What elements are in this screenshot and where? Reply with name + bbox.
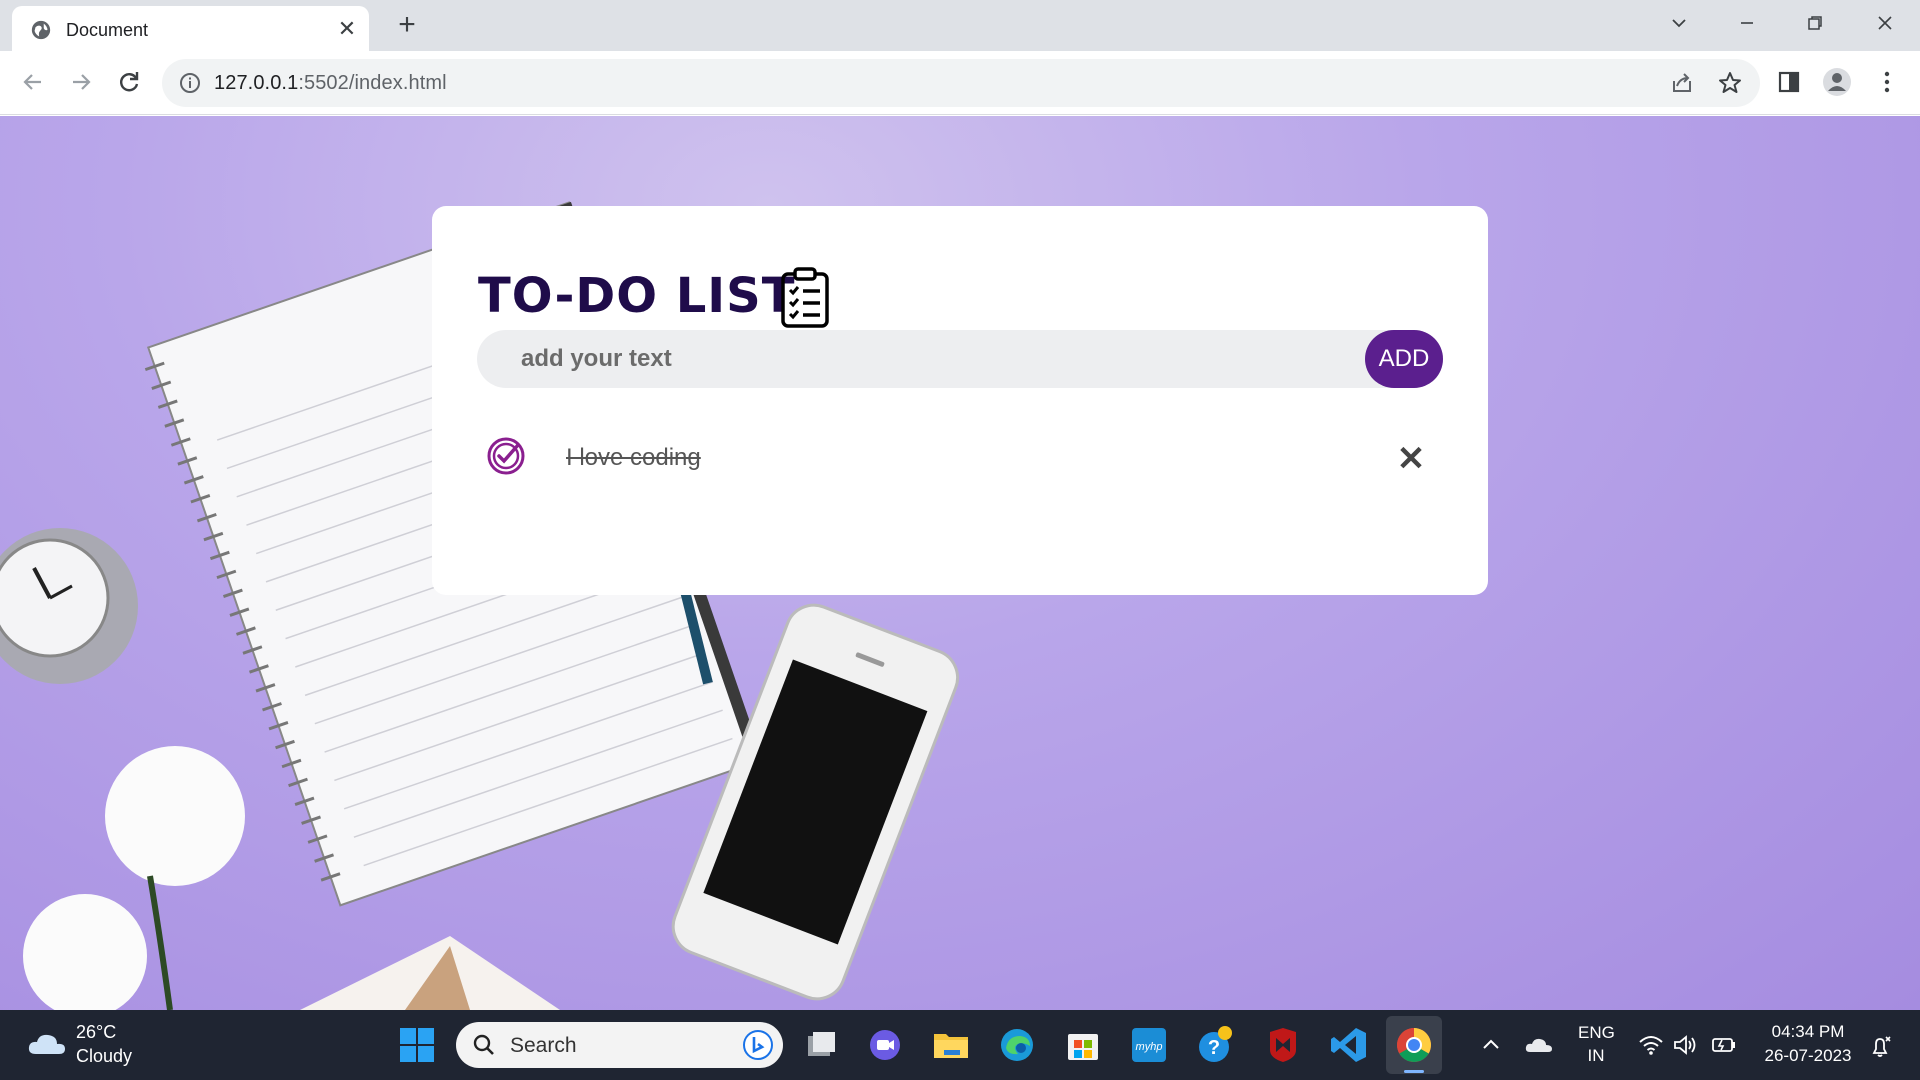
task-text: I love coding (566, 444, 701, 471)
language-top[interactable]: ENG (1578, 1023, 1615, 1043)
myhp-icon[interactable]: myhp (1128, 1024, 1170, 1066)
site-info-icon[interactable] (178, 71, 202, 95)
share-icon[interactable] (1668, 69, 1696, 97)
vscode-icon[interactable] (1328, 1024, 1370, 1066)
todo-card: TO-DO LIST ADD I love coding ✕ (432, 206, 1488, 595)
profile-avatar-icon[interactable] (1820, 65, 1854, 99)
svg-text:myhp: myhp (1136, 1041, 1163, 1053)
page-viewport: TO-DO LIST ADD I love coding ✕ (0, 116, 1920, 1010)
wifi-icon[interactable] (1638, 1032, 1664, 1058)
checked-circle-icon[interactable] (486, 436, 526, 476)
search-icon (473, 1034, 494, 1055)
task-item[interactable]: I love coding ✕ (486, 434, 1426, 484)
weather-temp: 26°C (76, 1022, 117, 1042)
windows-start-icon[interactable] (396, 1024, 438, 1066)
notification-center-icon[interactable] (1866, 1032, 1894, 1060)
tab-title: Document (66, 20, 149, 40)
weather-desc: Cloudy (76, 1046, 133, 1066)
reload-icon[interactable] (111, 64, 147, 100)
browser-tab[interactable]: Document ✕ (12, 6, 369, 51)
add-button[interactable]: ADD (1365, 330, 1443, 388)
svg-text:?: ? (1208, 1037, 1220, 1059)
bookmark-star-icon[interactable] (1716, 69, 1744, 97)
search-label: Search (510, 1034, 577, 1057)
minimize-button[interactable] (1722, 8, 1772, 38)
tab-close-icon[interactable]: ✕ (334, 16, 360, 42)
chrome-icon (1397, 1028, 1431, 1062)
bing-icon[interactable] (742, 1029, 774, 1061)
delete-task-icon[interactable]: ✕ (1396, 442, 1426, 476)
browser-tabstrip: Document ✕ + (0, 0, 1920, 51)
new-tab-button[interactable]: + (392, 10, 422, 40)
clock-time[interactable]: 04:34 PM (1756, 1022, 1860, 1042)
task-input-row: ADD (477, 330, 1443, 388)
chevron-up-icon[interactable] (1480, 1034, 1502, 1056)
address-bar[interactable]: 127.0.0.1:5502/index.html (162, 59, 1760, 107)
url-text[interactable]: 127.0.0.1:5502/index.html (214, 72, 447, 95)
edge-browser-icon[interactable] (996, 1024, 1038, 1066)
file-explorer-icon[interactable] (930, 1024, 972, 1066)
side-panel-icon[interactable] (1772, 65, 1806, 99)
tab-search-chevron-icon[interactable] (1654, 8, 1704, 38)
task-view-icon[interactable] (800, 1024, 842, 1066)
mcafee-icon[interactable] (1262, 1024, 1304, 1066)
language-bottom[interactable]: IN (1578, 1046, 1614, 1066)
battery-charging-icon[interactable] (1710, 1032, 1738, 1058)
windows-taskbar: 26°C Cloudy Search myhp ? ENG IN 04:34 P… (0, 1010, 1920, 1080)
clock-date[interactable]: 26-07-2023 (1756, 1046, 1860, 1066)
microsoft-store-icon[interactable] (1062, 1024, 1104, 1066)
task-input[interactable] (521, 330, 1351, 388)
clipboard-checklist-icon (781, 267, 829, 328)
chrome-taskbar-active[interactable] (1386, 1016, 1442, 1074)
globe-icon (31, 20, 51, 40)
browser-toolbar: 127.0.0.1:5502/index.html (0, 51, 1920, 115)
taskbar-search[interactable]: Search (456, 1022, 783, 1068)
browser-menu-icon[interactable] (1870, 65, 1904, 99)
teams-chat-icon[interactable] (864, 1024, 906, 1066)
volume-icon[interactable] (1672, 1032, 1698, 1058)
get-help-icon[interactable]: ? (1194, 1024, 1236, 1066)
onedrive-cloud-icon[interactable] (1524, 1032, 1554, 1058)
restore-button[interactable] (1790, 8, 1840, 38)
back-arrow-icon[interactable] (15, 64, 51, 100)
cloud-weather-icon[interactable] (26, 1028, 68, 1058)
close-window-button[interactable] (1860, 8, 1910, 38)
app-title: TO-DO LIST (478, 268, 796, 324)
forward-arrow-icon[interactable] (63, 64, 99, 100)
